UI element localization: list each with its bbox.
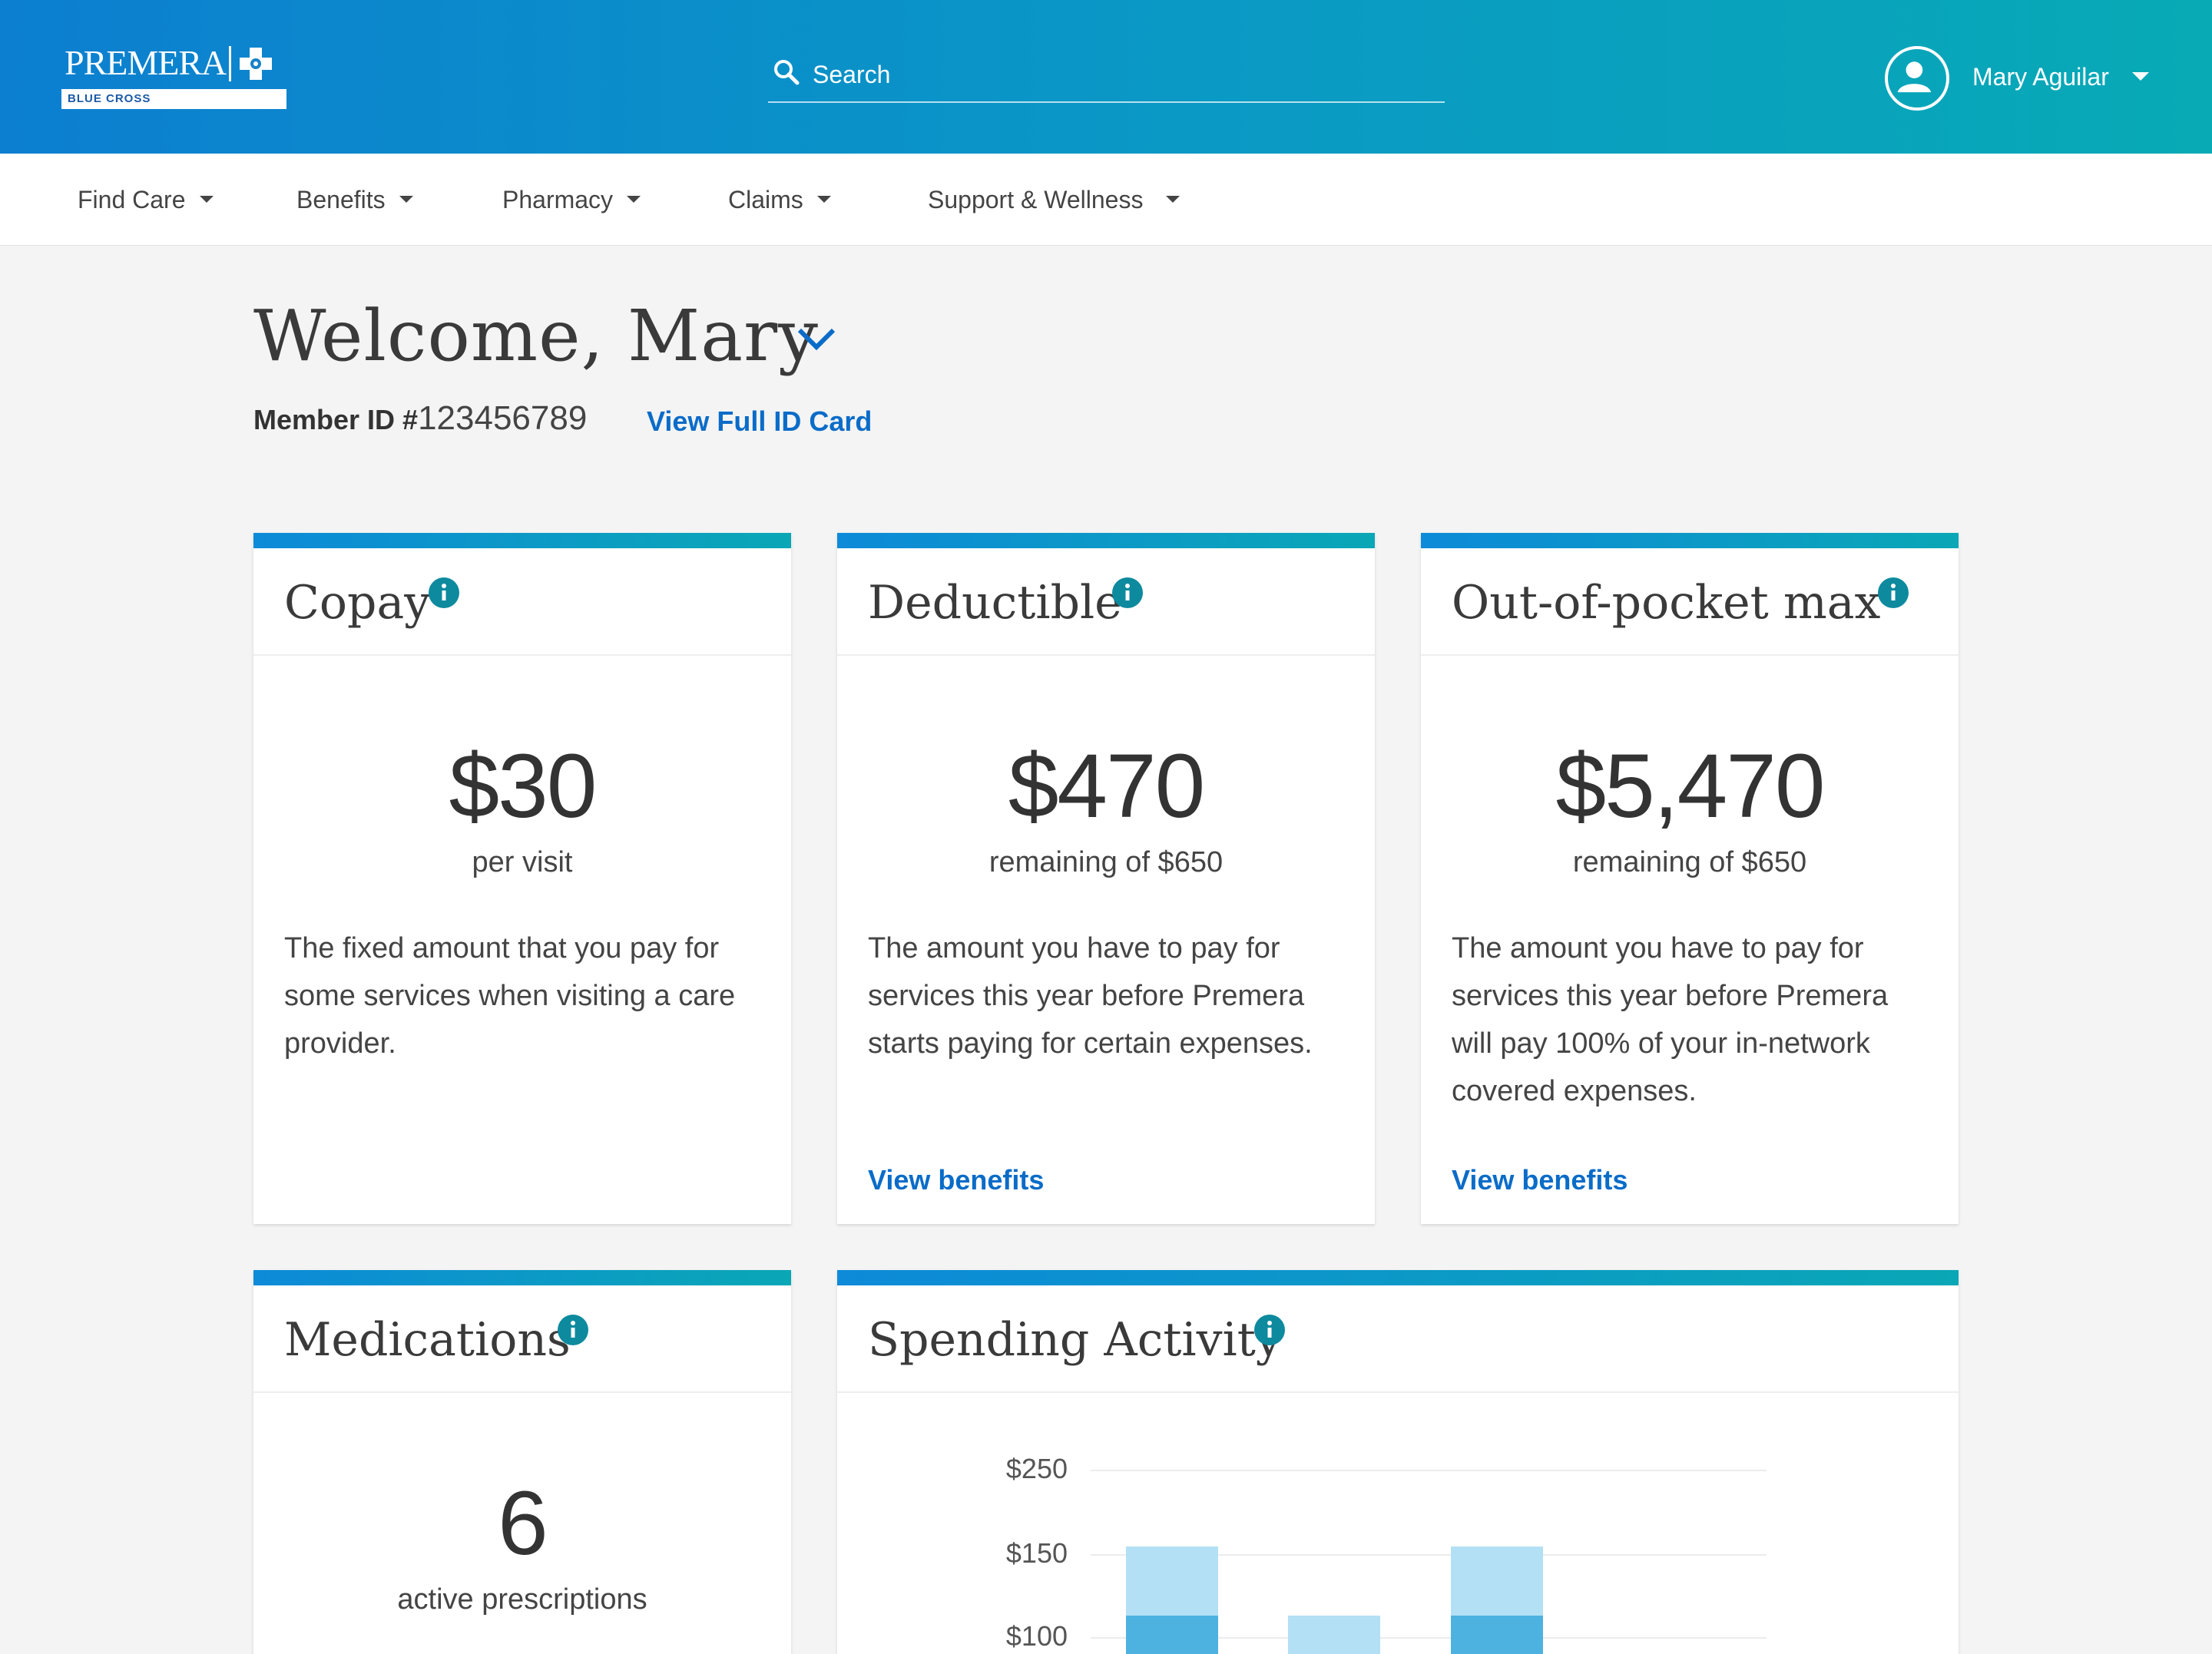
info-icon[interactable]	[429, 577, 459, 608]
info-icon[interactable]	[558, 1315, 588, 1345]
chevron-down-icon[interactable]	[795, 323, 838, 353]
bar-segment[interactable]	[1288, 1616, 1380, 1654]
y-tick-label: $150	[1005, 1537, 1068, 1569]
bar-segment[interactable]	[1451, 1616, 1543, 1654]
search-icon[interactable]	[771, 57, 802, 88]
logo-divider	[229, 46, 231, 81]
card-header: Deductible	[837, 548, 1375, 656]
top-header: PREMERA BLUE CROSS Mary Aguilar	[0, 0, 2212, 154]
user-name[interactable]: Mary Aguilar	[1972, 63, 2109, 91]
card-accent-bar	[253, 533, 791, 548]
premera-logo[interactable]: PREMERA BLUE CROSS	[61, 43, 286, 109]
copay-amount: $30	[449, 736, 598, 837]
spending-activity-card: Spending Activity $250 $150 $100	[837, 1270, 1959, 1654]
oop-description: The amount you have to pay for services …	[1452, 932, 1889, 1107]
nav-claims[interactable]: Claims	[728, 186, 831, 217]
card-header: Out-of-pocket max	[1421, 548, 1959, 656]
oop-subtitle: remaining of $650	[1572, 846, 1807, 878]
logo-wordmark: PREMERA	[65, 43, 227, 82]
medications-subtitle: active prescriptions	[397, 1583, 647, 1616]
nav-find-care[interactable]: Find Care	[78, 186, 214, 217]
medications-card: Medications 6 active prescriptions	[253, 1270, 791, 1654]
deductible-description: The amount you have to pay for services …	[868, 932, 1313, 1060]
nav-label: Benefits	[296, 186, 386, 213]
nav-pharmacy[interactable]: Pharmacy	[502, 186, 641, 217]
nav-label: Support & Wellness	[928, 186, 1144, 213]
card-title: Copay	[284, 576, 431, 630]
deductible-amount: $470	[1008, 736, 1206, 837]
bar-segment[interactable]	[1126, 1616, 1218, 1654]
copay-description: The fixed amount that you pay for some s…	[284, 932, 736, 1060]
view-id-card-link[interactable]: View Full ID Card	[647, 405, 872, 438]
oop-amount: $5,470	[1555, 736, 1826, 837]
card-accent-bar	[837, 533, 1375, 548]
member-id-label: Member ID #	[253, 404, 419, 435]
gridline	[1091, 1470, 1767, 1471]
caret-down-icon	[399, 196, 413, 203]
search-bar[interactable]	[768, 54, 1445, 103]
card-header: Spending Activity	[837, 1285, 1959, 1393]
main-nav: Find Care Benefits Pharmacy Claims Suppo…	[0, 154, 2212, 246]
deductible-card: Deductible $470 remaining of $650 The am…	[837, 533, 1375, 1224]
member-id: Member ID #123456789	[253, 399, 587, 438]
card-header: Medications	[253, 1285, 791, 1393]
card-title: Spending Activity	[868, 1313, 1282, 1367]
user-menu[interactable]: Mary Aguilar	[1882, 45, 2174, 111]
info-icon[interactable]	[1112, 577, 1143, 608]
out-of-pocket-card: Out-of-pocket max $5,470 remaining of $6…	[1421, 533, 1959, 1224]
view-benefits-link[interactable]: View benefits	[1452, 1164, 1628, 1196]
nav-benefits[interactable]: Benefits	[296, 186, 413, 217]
logo-subtext: BLUE CROSS	[68, 92, 151, 105]
card-title: Deductible	[868, 576, 1122, 630]
card-title: Medications	[284, 1313, 571, 1367]
nav-label: Find Care	[78, 186, 186, 213]
blue-cross-icon	[240, 48, 272, 80]
view-benefits-link[interactable]: View benefits	[868, 1164, 1044, 1196]
card-title: Out-of-pocket max	[1452, 576, 1881, 630]
copay-card: Copay $30 per visit The fixed amount tha…	[253, 533, 791, 1224]
card-accent-bar	[837, 1270, 1959, 1285]
info-icon[interactable]	[1254, 1315, 1285, 1345]
caret-down-icon	[1166, 196, 1181, 203]
medications-count: 6	[498, 1473, 548, 1574]
logo-band: BLUE CROSS	[61, 89, 286, 109]
info-icon[interactable]	[1878, 577, 1909, 608]
nav-support-wellness[interactable]: Support & Wellness	[928, 186, 1181, 217]
welcome-heading: Welcome, Mary	[253, 295, 820, 377]
card-accent-bar	[253, 1270, 791, 1285]
caret-down-icon	[816, 196, 831, 203]
member-id-value: 123456789	[418, 399, 588, 437]
card-accent-bar	[1421, 533, 1959, 548]
search-input[interactable]	[813, 55, 1427, 94]
spending-chart: $250 $150 $100	[975, 1453, 1767, 1654]
y-tick-label: $100	[1005, 1620, 1068, 1652]
card-header: Copay	[253, 548, 791, 656]
bar-segment[interactable]	[1451, 1546, 1543, 1616]
bar-segment[interactable]	[1126, 1546, 1218, 1616]
y-tick-label: $250	[1005, 1453, 1068, 1484]
copay-subtitle: per visit	[472, 846, 573, 878]
caret-down-icon	[627, 196, 641, 203]
caret-down-icon	[199, 196, 214, 203]
nav-label: Claims	[728, 186, 803, 213]
user-avatar-icon[interactable]	[1885, 46, 1949, 111]
nav-label: Pharmacy	[502, 186, 614, 213]
caret-down-icon[interactable]	[2132, 72, 2149, 81]
deductible-subtitle: remaining of $650	[988, 846, 1224, 878]
